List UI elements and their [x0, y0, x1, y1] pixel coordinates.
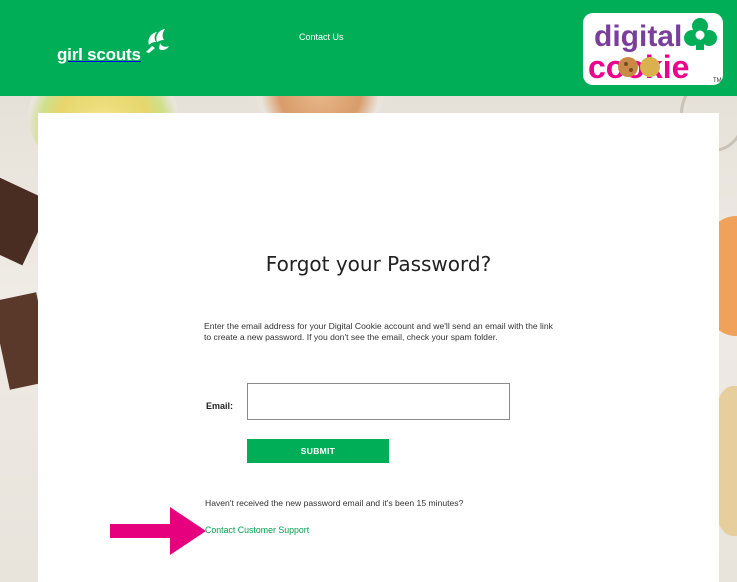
not-received-text: Haven't received the new password email …	[205, 498, 464, 508]
page-title: Forgot your Password?	[265, 252, 492, 276]
contact-customer-support-link[interactable]: Contact Customer Support	[205, 525, 309, 535]
trefoil-profiles-icon	[145, 29, 169, 53]
digital-cookie-logo-bottom: cookie	[588, 49, 689, 85]
digital-cookie-logo[interactable]: digital cookie TM	[582, 12, 724, 86]
site-header: girl scouts Contact Us digital cookie TM	[0, 0, 737, 96]
girl-scouts-logo-text: girl scouts	[57, 45, 141, 64]
contact-us-link[interactable]: Contact Us	[299, 32, 344, 42]
instructions-text: Enter the email address for your Digital…	[204, 321, 553, 342]
email-field[interactable]	[247, 383, 510, 420]
girl-scouts-logo[interactable]: girl scouts	[57, 27, 173, 63]
svg-text:TM: TM	[713, 78, 722, 84]
submit-button[interactable]: SUBMIT	[247, 439, 389, 463]
pink-arrow-icon	[110, 507, 206, 555]
email-label: Email:	[206, 401, 234, 411]
